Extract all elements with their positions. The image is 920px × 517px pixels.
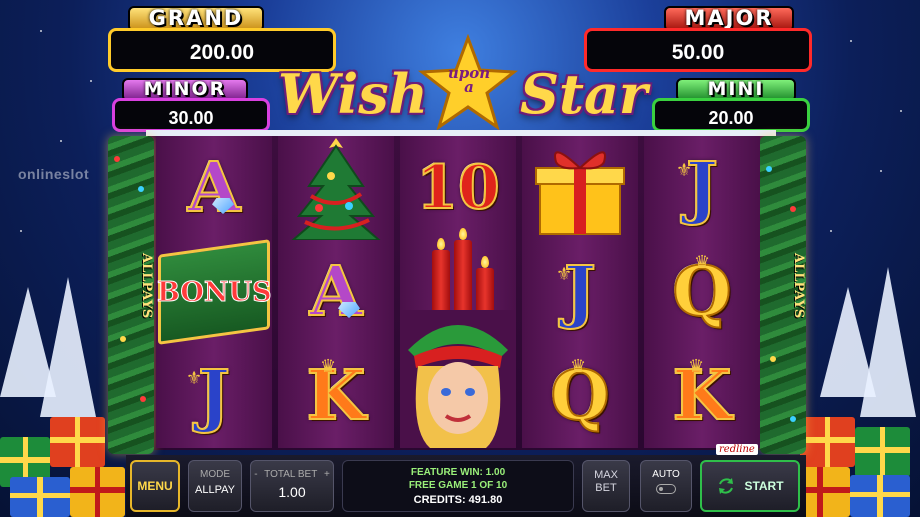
major-label: MAJOR <box>684 6 774 30</box>
total-bet-label: TOTAL BET <box>264 469 318 480</box>
symbol-a: A <box>187 148 242 228</box>
total-bet-value: 1.00 <box>278 484 306 500</box>
crown-icon: ♛ <box>570 356 587 376</box>
autoplay-toggle[interactable]: AUTO <box>640 460 692 512</box>
snowy-tree <box>40 277 96 417</box>
spin-arrows-icon <box>719 478 734 494</box>
christmas-tree-icon <box>291 138 381 240</box>
bet-increase-button[interactable]: + <box>324 469 330 480</box>
logo-word-star: Star <box>520 62 648 126</box>
mode-button[interactable]: MODE ALLPAY <box>188 460 242 512</box>
provider-badge: redline <box>716 444 758 455</box>
bet-decrease-button[interactable]: - <box>254 469 257 480</box>
fleur-de-lis-icon: ⚜ <box>556 264 573 284</box>
total-bet-row: - TOTAL BET + <box>251 469 333 480</box>
symbol-q: ♛ Q <box>549 356 610 436</box>
start-spin-button[interactable]: START <box>700 460 800 512</box>
grand-label: GRAND <box>148 6 244 30</box>
watermark: onlineslot <box>18 166 90 182</box>
free-game-text: FREE GAME 1 OF 10 <box>408 480 508 491</box>
info-panel: FEATURE WIN: 1.00 FREE GAME 1 OF 10 CRED… <box>342 460 574 512</box>
symbol-10: 10 <box>415 153 500 223</box>
crown-icon: ♛ <box>320 356 337 376</box>
crown-icon: ♛ <box>688 356 705 376</box>
minor-label: MINOR <box>143 78 227 100</box>
logo-word-upon-a: upon a <box>447 64 491 96</box>
game-logo: Wish upon a Star <box>278 34 648 134</box>
start-label: START <box>744 479 784 493</box>
minor-value: 30.00 <box>112 98 270 132</box>
symbol-bonus: BONUS <box>156 239 272 345</box>
mode-label: MODE <box>200 469 230 480</box>
reel-2: A ♛ K <box>278 136 394 448</box>
menu-button[interactable]: MENU <box>130 460 180 512</box>
symbol-christmas-tree <box>278 136 394 240</box>
total-bet-control: - TOTAL BET + 1.00 <box>250 460 334 512</box>
crown-icon: ♛ <box>694 252 711 272</box>
garland-right: ALLPAYS <box>760 136 806 454</box>
mini-label: MINI <box>707 78 765 100</box>
gift-box-icon <box>535 151 625 235</box>
allpays-label-right: ALLPAYS <box>791 253 806 319</box>
toggle-switch-icon <box>656 484 676 494</box>
symbol-gift <box>522 136 638 240</box>
gift-pile-right <box>790 397 920 517</box>
symbol-a: A <box>309 252 364 332</box>
fleur-de-lis-icon: ⚜ <box>676 160 693 180</box>
max-bet-button[interactable]: MAX BET <box>582 460 630 512</box>
reel-5: ⚜ J ♛ Q ♛ K <box>644 136 760 448</box>
jackpot-mini: MINI 20.00 <box>652 76 810 134</box>
elf-girl-symbol <box>400 310 516 448</box>
autoplay-label: AUTO <box>652 469 680 480</box>
reel-4: ⚜ J ♛ Q <box>522 136 638 448</box>
jackpot-minor: MINOR 30.00 <box>112 76 270 134</box>
snowy-tree <box>860 267 916 417</box>
symbol-j: ⚜ J <box>556 252 597 332</box>
symbol-k: ♛ K <box>671 356 732 436</box>
logo-word-wish: Wish <box>278 62 428 126</box>
mode-value: ALLPAY <box>195 484 235 496</box>
credits-text: CREDITS: 491.80 <box>413 494 503 506</box>
symbol-k: ♛ K <box>305 356 366 436</box>
symbol-j: ⚜ J <box>676 148 719 228</box>
symbol-q: ♛ Q <box>671 252 732 332</box>
menu-label: MENU <box>137 479 173 493</box>
feature-win-text: FEATURE WIN: 1.00 <box>410 467 506 478</box>
fleur-de-lis-icon: ⚜ <box>186 368 203 388</box>
reel-1: A BONUS ⚜ J <box>156 136 272 448</box>
mini-value: 20.00 <box>652 98 810 132</box>
garland-left: ALLPAYS <box>108 136 154 454</box>
allpays-label-left: ALLPAYS <box>139 253 154 319</box>
symbol-j: ⚜ J <box>186 356 231 436</box>
max-bet-label-2: BET <box>595 482 617 494</box>
max-bet-label-1: MAX <box>594 469 618 481</box>
